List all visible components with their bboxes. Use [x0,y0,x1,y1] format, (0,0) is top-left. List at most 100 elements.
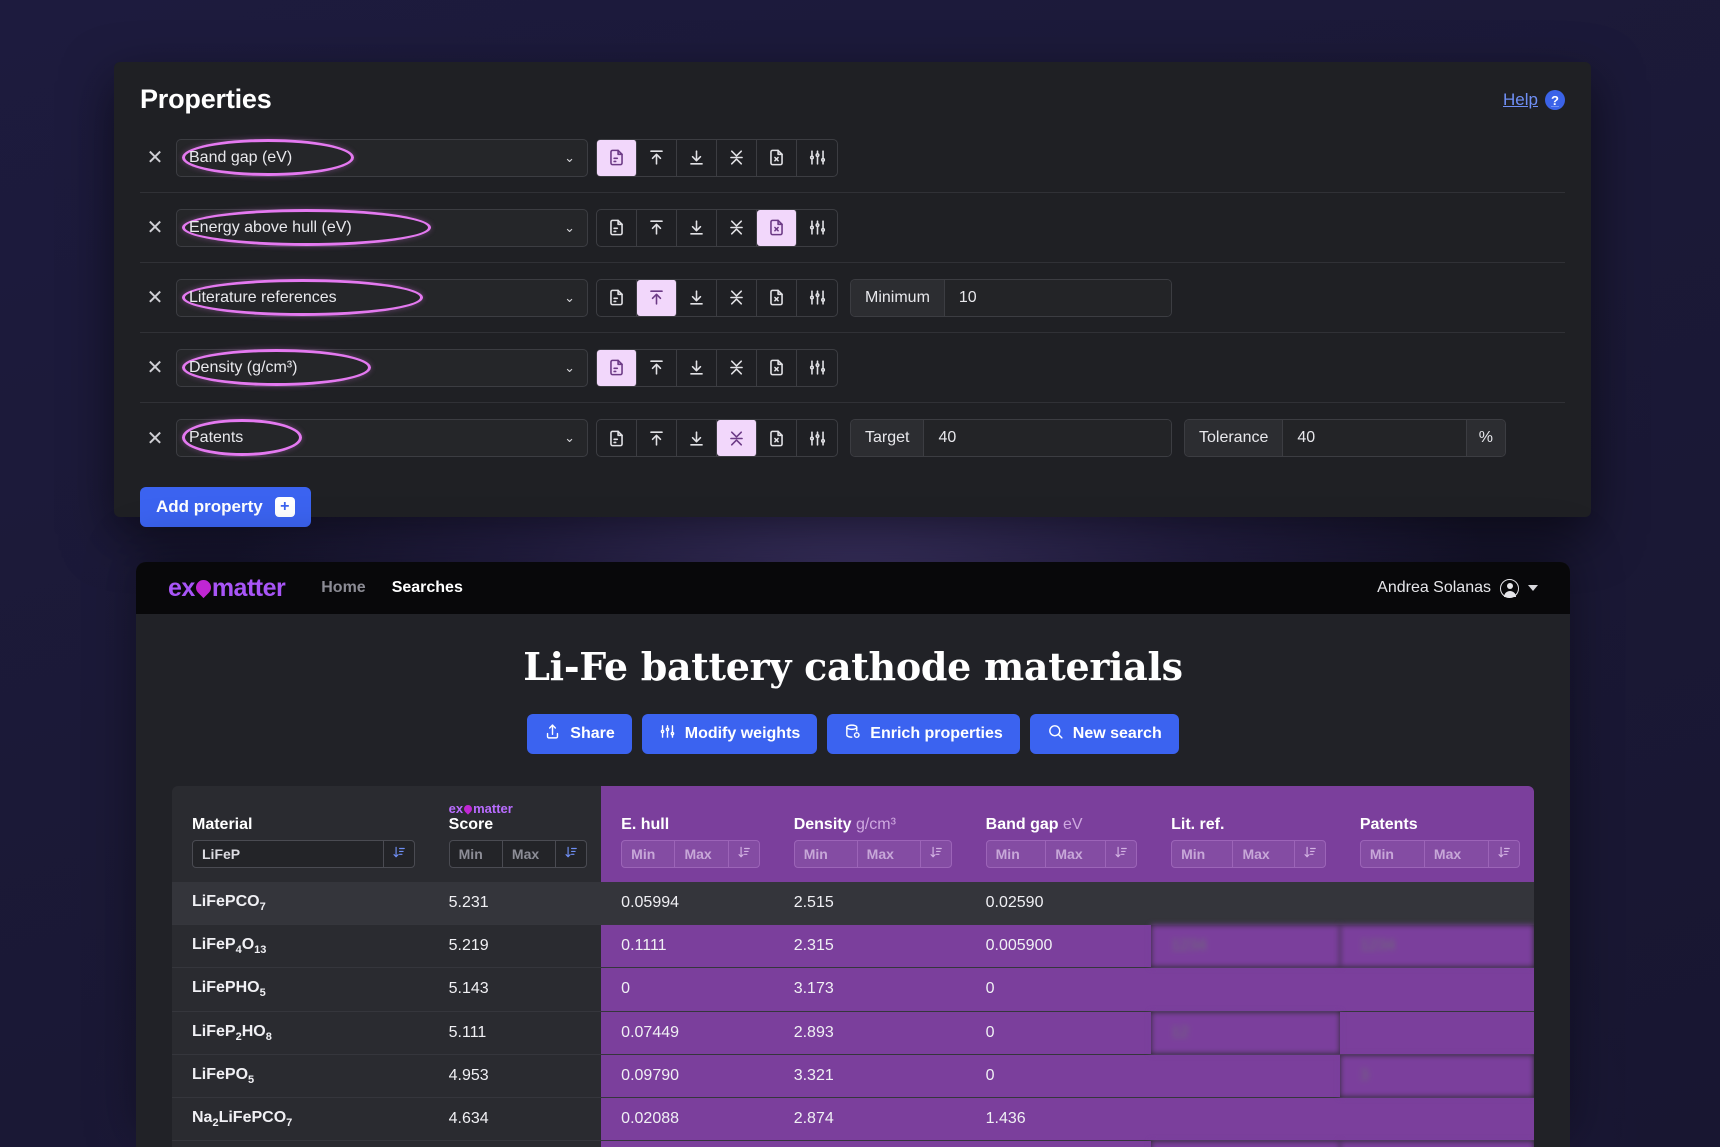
action-label: Modify weights [684,725,801,742]
document-icon [607,358,626,377]
filter-input-patents-0[interactable]: Min [1361,841,1425,867]
logo-text-pre: ex [168,573,195,602]
document-icon-button[interactable] [593,125,640,190]
filter-input-score-1[interactable]: Max [503,841,557,867]
document-icon-button[interactable] [593,335,640,400]
add-property-label: Add property [156,497,263,516]
target-converge-icon [727,218,746,237]
exomatter-logo[interactable]: ex matter [168,573,286,603]
file-x-icon-button[interactable] [757,420,797,456]
table-row[interactable]: LiFePCO7 5.231 0.05994 2.515 0.02590 [172,882,1534,925]
filter-input-score-0[interactable]: Min [450,841,503,867]
filter-input-litref-0[interactable]: Min [1172,841,1234,867]
file-x-icon-button[interactable] [753,195,800,260]
filter-input-ehull-1[interactable]: Max [675,841,729,867]
help-link[interactable]: Help ? [1503,84,1565,110]
arrow-down-to-line-icon-button[interactable] [677,420,717,456]
enrich-properties-button[interactable]: Enrich properties [827,714,1020,754]
document-icon-button[interactable] [597,279,637,316]
constraint-input[interactable]: 40 [1283,420,1466,456]
column-unit: eV [1062,816,1083,833]
property-select[interactable]: Patents ⌄ [176,419,588,457]
arrow-up-to-line-icon-button[interactable] [637,420,677,456]
chevron-down-icon [1528,585,1538,591]
property-constraint-field: Tolerance 40% [1184,419,1506,457]
property-select[interactable]: Band gap (eV) ⌄ [176,138,588,177]
filter-input-bandgap-1[interactable]: Max [1046,841,1107,867]
help-question-icon: ? [1545,90,1565,110]
cell-patents: 1234 [1339,924,1534,968]
arrow-down-to-line-icon-button[interactable] [677,139,717,176]
sort-button-patents[interactable] [1489,841,1519,867]
arrow-down-to-line-icon-button[interactable] [677,279,717,316]
document-icon-button[interactable] [597,209,637,246]
sliders-icon-button[interactable] [797,140,837,176]
table-row[interactable]: LiFeP2HO8 5.111 0.07449 2.893 0 12 [172,1010,1534,1055]
user-menu[interactable]: Andrea Solanas [1377,578,1538,598]
filter-input-density-1[interactable]: Max [858,841,921,867]
target-converge-icon-button[interactable] [713,406,760,470]
arrow-up-to-line-icon-button[interactable] [637,139,677,176]
arrow-up-to-line-icon-button[interactable] [637,349,677,386]
filter-input-ehull-0[interactable]: Min [622,841,676,867]
remove-property-icon[interactable]: ✕ [140,355,170,380]
sliders-icon-button[interactable] [797,420,837,456]
filter-input-density-0[interactable]: Min [795,841,858,867]
share-button[interactable]: Share [527,714,632,754]
sort-button-score[interactable] [556,841,586,867]
table-row[interactable]: LiFeP4O13 5.219 0.1111 2.315 0.005900 1234 123… [172,924,1534,968]
sort-button-ehull[interactable] [729,841,759,867]
sliders-icon-button[interactable] [797,210,837,246]
filter-input-patents-1[interactable]: Max [1425,841,1489,867]
app-body: Li-Fe battery cathode materials Share Mod… [136,614,1570,1147]
add-property-button[interactable]: Add property + [140,487,311,527]
filter-input-bandgap-0[interactable]: Min [987,841,1047,867]
target-converge-icon-button[interactable] [717,349,757,386]
file-x-icon-button[interactable] [757,279,797,316]
new-search-button[interactable]: New search [1029,714,1179,754]
property-select[interactable]: Literature references ⌄ [176,278,588,317]
column-filter-row: Min Max [448,840,588,868]
nav-link-searches[interactable]: Searches [392,579,463,597]
sliders-icon-button[interactable] [797,350,837,386]
target-converge-icon-button[interactable] [717,209,757,246]
remove-property-icon[interactable]: ✕ [140,426,170,451]
table-row[interactable]: LiFePHO5 5.143 0 3.173 0 [172,967,1534,1012]
file-x-icon-button[interactable] [757,139,797,176]
remove-property-icon[interactable]: ✕ [140,285,170,310]
target-converge-icon-button[interactable] [717,139,757,176]
filter-input-material-0[interactable]: LiFeP [193,841,384,867]
table-row[interactable]: LiFePO4F4.3600.0052493.2361.931276612 [172,1140,1534,1147]
target-converge-icon-button[interactable] [717,279,757,316]
arrow-up-to-line-icon-button[interactable] [633,265,680,330]
column-title-text: Density [793,816,852,833]
property-select[interactable]: Energy above hull (eV) ⌄ [176,208,588,247]
cell-litref: 2766 [1151,1140,1340,1147]
column-header-patents: Patents Min Max [1339,786,1534,882]
constraint-input[interactable]: 10 [944,279,1171,316]
sort-button-material[interactable] [384,841,414,867]
cell-patents [1339,1096,1534,1141]
remove-property-icon[interactable]: ✕ [140,215,170,240]
sort-button-bandgap[interactable] [1106,841,1136,867]
sort-button-litref[interactable] [1295,841,1325,867]
arrow-down-to-line-icon-button[interactable] [677,349,717,386]
table-row[interactable]: LiFePO5 4.953 0.09790 3.321 0 3 [172,1053,1534,1098]
table-row[interactable]: Na2LiFePCO7 4.634 0.02088 2.874 1.436 [172,1096,1534,1141]
document-icon [607,429,626,448]
arrow-down-to-line-icon [687,429,706,448]
property-select[interactable]: Density (g/cm³) ⌄ [176,348,588,387]
sliders-icon-button[interactable] [797,280,837,316]
arrow-down-to-line-icon-button[interactable] [677,209,717,246]
arrow-up-to-line-icon-button[interactable] [637,209,677,246]
file-x-icon-button[interactable] [757,349,797,386]
arrow-up-to-line-icon [647,429,666,448]
sort-button-density[interactable] [921,841,951,867]
document-icon-button[interactable] [597,420,637,456]
modify-weights-button[interactable]: Modify weights [641,714,818,754]
remove-property-icon[interactable]: ✕ [140,145,170,170]
nav-link-home[interactable]: Home [321,579,365,597]
filter-input-litref-1[interactable]: Max [1233,841,1295,867]
arrow-down-to-line-icon [687,358,706,377]
constraint-input[interactable]: 40 [924,420,1171,456]
